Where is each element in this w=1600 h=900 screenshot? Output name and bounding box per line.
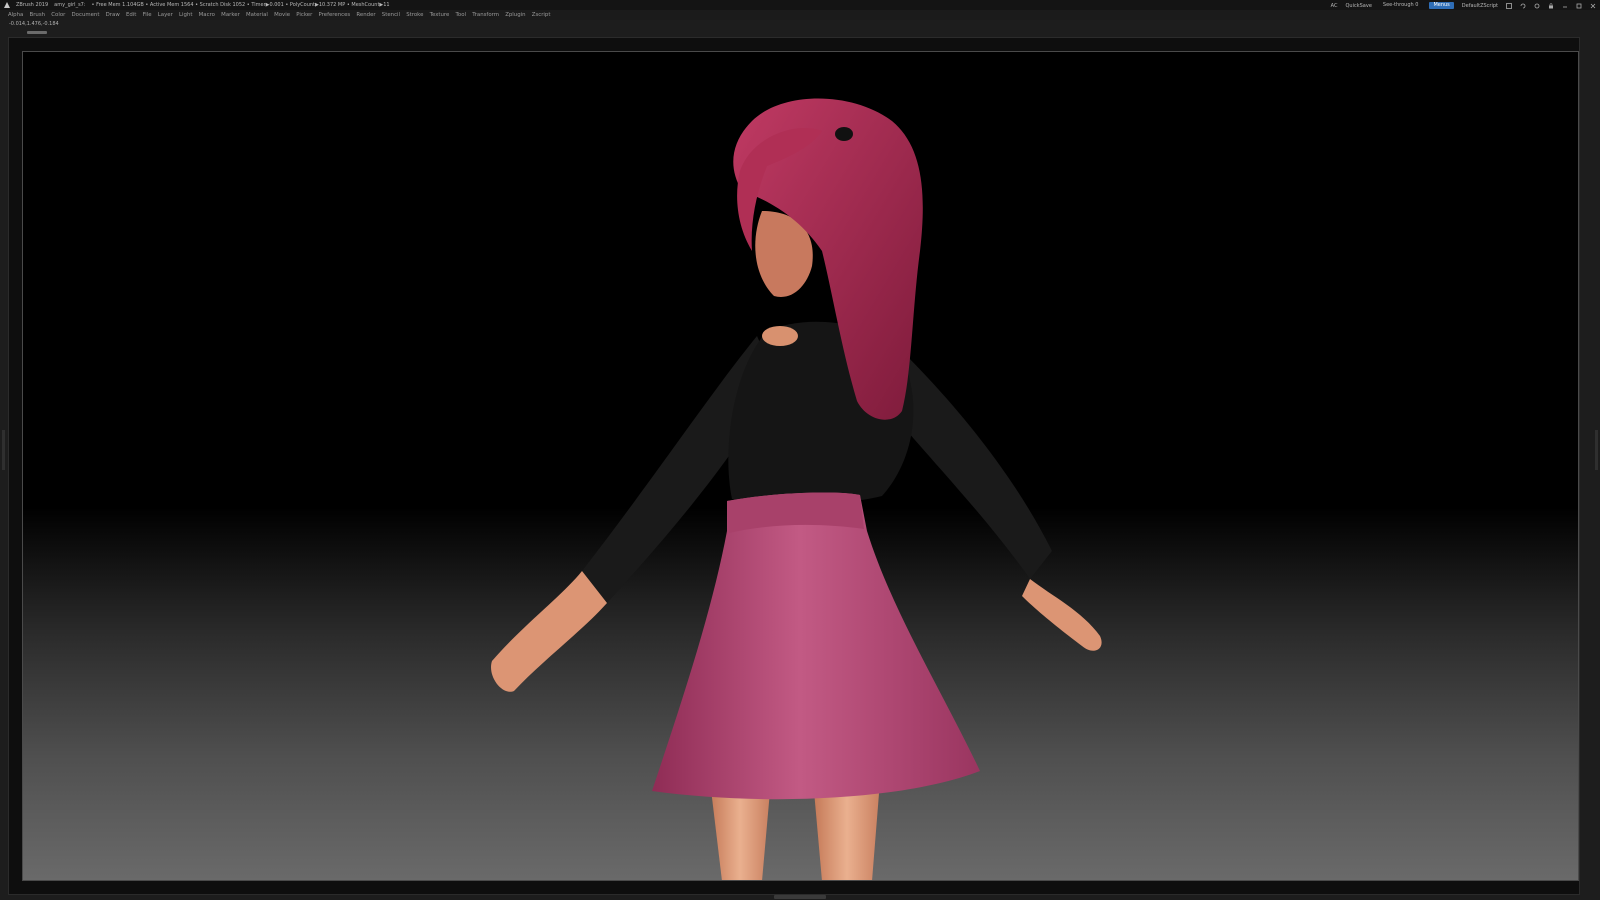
menu-light[interactable]: Light — [179, 10, 192, 20]
right-tray-handle[interactable] — [1595, 430, 1598, 470]
menu-marker[interactable]: Marker — [221, 10, 240, 20]
menu-brush[interactable]: Brush — [30, 10, 46, 20]
menu-transform[interactable]: Transform — [472, 10, 499, 20]
main-menu-bar: Alpha Brush Color Document Draw Edit Fil… — [0, 10, 1600, 20]
menu-stencil[interactable]: Stencil — [382, 10, 400, 20]
right-arm — [882, 351, 1102, 651]
title-bar: ZBrush 2019 amy_girl_s7: • Free Mem 1.10… — [0, 0, 1600, 11]
cursor-coordinates: -0.014,1.476,-0.184 — [9, 21, 59, 27]
menu-material[interactable]: Material — [246, 10, 268, 20]
menu-alpha[interactable]: Alpha — [8, 10, 23, 20]
default-script-button[interactable]: DefaultZScript — [1462, 1, 1498, 11]
menu-edit[interactable]: Edit — [126, 10, 136, 20]
gear-icon[interactable] — [1534, 3, 1540, 9]
menu-file[interactable]: File — [143, 10, 152, 20]
layout-icon[interactable] — [1506, 2, 1512, 9]
menu-zplugin[interactable]: Zplugin — [505, 10, 525, 20]
memory-stats: • Free Mem 1.104GB • Active Mem 1564 • S… — [91, 2, 390, 8]
menu-texture[interactable]: Texture — [430, 10, 450, 20]
skirt — [652, 492, 980, 800]
undo-icon[interactable] — [1520, 3, 1526, 9]
zbrush-logo-icon — [4, 2, 10, 8]
menus-button[interactable]: Menus — [1429, 2, 1454, 9]
menu-zscript[interactable]: Zscript — [532, 10, 551, 20]
menu-layer[interactable]: Layer — [158, 10, 173, 20]
timeline-scrubber[interactable] — [27, 31, 47, 34]
lock-icon[interactable] — [1548, 2, 1554, 9]
model-render — [491, 98, 1102, 881]
menu-macro[interactable]: Macro — [199, 10, 215, 20]
app-title: ZBrush 2019 — [16, 2, 49, 8]
quicksave-button[interactable]: QuickSave — [1345, 1, 1371, 11]
menu-document[interactable]: Document — [72, 10, 100, 20]
menu-stroke[interactable]: Stroke — [406, 10, 423, 20]
close-icon[interactable] — [1590, 3, 1596, 9]
minimize-icon[interactable] — [1562, 3, 1568, 9]
maximize-icon[interactable] — [1576, 3, 1582, 9]
menu-movie[interactable]: Movie — [274, 10, 290, 20]
menu-render[interactable]: Render — [356, 10, 375, 20]
menu-tool[interactable]: Tool — [456, 10, 466, 20]
file-name: amy_girl_s7: — [54, 2, 86, 8]
document-viewport[interactable] — [22, 51, 1579, 881]
menu-picker[interactable]: Picker — [296, 10, 312, 20]
menu-draw[interactable]: Draw — [106, 10, 120, 20]
left-tray-handle[interactable] — [2, 430, 5, 470]
menu-preferences[interactable]: Preferences — [319, 10, 351, 20]
ac-toggle[interactable]: AC — [1331, 1, 1338, 11]
menu-color[interactable]: Color — [51, 10, 65, 20]
bottom-tray-handle[interactable] — [774, 895, 826, 899]
